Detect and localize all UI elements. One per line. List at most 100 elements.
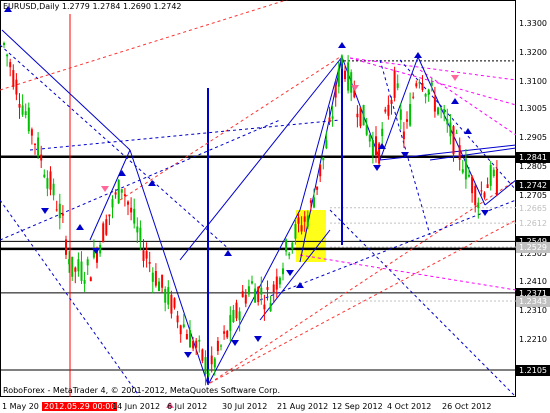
candle-body (288, 253, 291, 256)
chart-title: EURUSD,Daily 1.2779 1.2784 1.2690 1.2742 (3, 2, 182, 11)
chart-window[interactable]: EURUSD,Daily 1.2779 1.2784 1.2690 1.2742… (0, 0, 550, 413)
candle-body (353, 90, 356, 98)
candle-body (232, 310, 235, 323)
candle-body (285, 239, 288, 252)
candle-body (210, 355, 213, 365)
candle-body (142, 250, 145, 261)
candle-body (433, 97, 436, 112)
candle-body (238, 311, 241, 321)
candle-body (322, 157, 325, 161)
price-chart[interactable] (0, 0, 516, 413)
candle-body (65, 239, 67, 255)
candle-body (458, 145, 461, 160)
candle-body (201, 349, 204, 361)
candle-body (371, 139, 374, 156)
candle-body (359, 107, 362, 127)
candle-body (437, 107, 439, 115)
candle-body (52, 183, 55, 196)
channel-line (399, 59, 516, 191)
candle-body (111, 199, 114, 208)
time-tick: 30 Jul 2012 (222, 402, 268, 411)
price-tick: 1.3100 (519, 76, 547, 86)
candle-body (483, 192, 486, 198)
price-tag: 1.2343 (516, 296, 550, 308)
candle-body (319, 164, 322, 177)
candle-body (474, 185, 477, 206)
candle-body (350, 72, 353, 93)
fractal-up-icon (451, 98, 459, 104)
candle-body (480, 190, 483, 192)
candle-body (241, 291, 244, 298)
wave-line (484, 179, 516, 206)
fan-line (349, 57, 516, 106)
candle-body (278, 277, 281, 285)
candle-body (15, 79, 18, 95)
candle-body (251, 281, 253, 284)
candle-body (74, 267, 77, 272)
fractal-up-icon (224, 250, 232, 256)
candle-body (468, 174, 470, 177)
price-tick: 1.2805 (519, 162, 547, 172)
candle-body (34, 143, 36, 145)
candle-body (495, 169, 498, 196)
candle-body (123, 194, 126, 197)
fractal-up-icon (118, 170, 126, 176)
candle-body (68, 259, 71, 265)
candle-body (421, 83, 424, 90)
price-tag: 1.2612 (516, 218, 550, 230)
candle-body (257, 286, 260, 303)
candle-body (170, 294, 173, 314)
candle-body (154, 270, 157, 286)
candle-body (6, 54, 9, 57)
time-tick: 1 May 20 (2, 402, 39, 411)
candle-body (30, 129, 33, 136)
price-tag: 1.2529 (516, 242, 550, 254)
candle-body (80, 261, 83, 281)
candle-body (158, 281, 160, 292)
candle-body (198, 339, 201, 342)
candle-body (102, 223, 105, 243)
candle-body (455, 132, 458, 134)
candle-body (347, 62, 350, 91)
candle-body (492, 169, 495, 177)
candle-body (120, 189, 123, 193)
candle-body (344, 70, 346, 80)
price-tick: 1.3200 (519, 47, 547, 57)
candle-body (247, 286, 250, 295)
candle-body (406, 119, 408, 122)
time-tick: 4 Oct 2012 (387, 402, 432, 411)
candle-body (269, 302, 272, 312)
fib-fan-line (209, 179, 516, 384)
candle-body (412, 96, 415, 98)
fib-fan-line (119, 56, 341, 201)
fractal-up-icon (148, 180, 156, 186)
target-arrow-icon (451, 75, 459, 81)
candle-body (365, 124, 368, 135)
time-tick: 26 Oct 2012 (442, 402, 492, 411)
candle-body (316, 186, 319, 190)
candle-body (229, 315, 232, 331)
candle-body (430, 82, 433, 86)
price-tag: 1.2742 (516, 180, 550, 192)
candle-body (167, 287, 170, 305)
candle-body (176, 315, 179, 323)
candle-body (46, 178, 49, 189)
candle-body (24, 111, 27, 116)
candle-body (390, 99, 393, 104)
candle-body (105, 219, 108, 235)
fractal-down-icon (286, 270, 294, 276)
candle-body (325, 140, 328, 149)
fan-line (299, 254, 516, 291)
candle-body (427, 89, 430, 95)
wave-line (207, 209, 301, 386)
price-tick: 1.2705 (519, 191, 547, 201)
candle-body (446, 119, 449, 125)
candle-body (275, 276, 278, 290)
candle-body (486, 184, 489, 189)
fractal-down-icon (481, 210, 489, 216)
candle-body (334, 84, 337, 98)
candle-body (173, 298, 176, 308)
candle-body (108, 214, 111, 217)
fractal-down-icon (41, 208, 49, 214)
candle-body (164, 288, 167, 303)
